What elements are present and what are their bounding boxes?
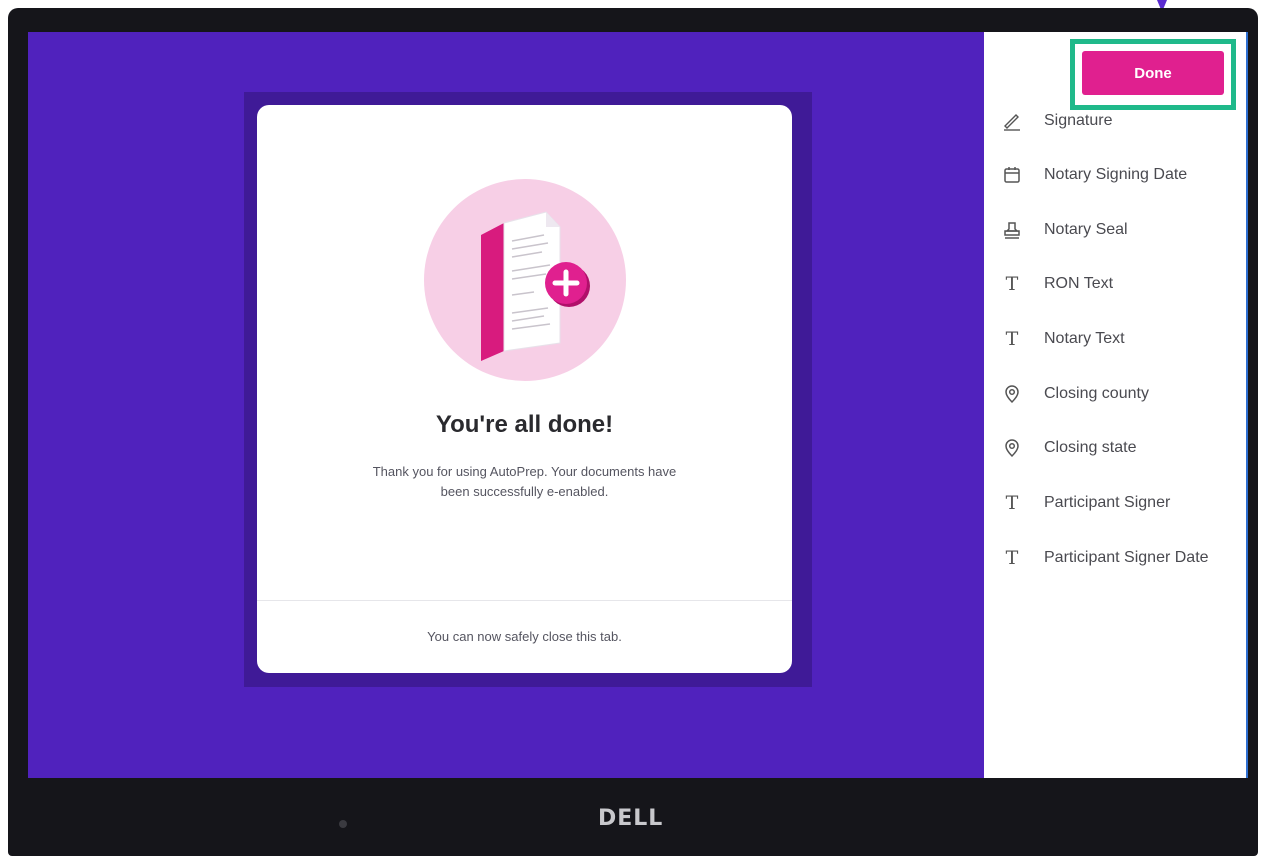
- field-item-notary-text[interactable]: T Notary Text: [984, 324, 1246, 354]
- field-label: Signature: [1044, 112, 1113, 129]
- field-item-closing-county[interactable]: Closing county: [984, 379, 1246, 409]
- field-item-ron-text[interactable]: T RON Text: [984, 269, 1246, 299]
- field-item-signature[interactable]: Signature: [984, 106, 1246, 136]
- field-label: Notary Text: [1044, 330, 1125, 347]
- field-label: RON Text: [1044, 275, 1114, 292]
- dialog-footer-text: You can now safely close this tab.: [427, 629, 622, 644]
- signature-pen-icon: [1000, 109, 1024, 133]
- calendar-icon: [1000, 163, 1024, 187]
- field-item-notary-seal[interactable]: Notary Seal: [984, 215, 1246, 245]
- document-pane: You're all done! Thank you for using Aut…: [28, 32, 984, 778]
- field-item-closing-state[interactable]: Closing state: [984, 433, 1246, 463]
- done-button[interactable]: Done: [1082, 51, 1224, 95]
- text-icon: T: [1005, 547, 1019, 569]
- location-pin-icon: [1000, 382, 1024, 406]
- field-label: Notary Signing Date: [1044, 166, 1188, 183]
- text-icon: T: [1005, 492, 1019, 514]
- location-pin-icon: [1000, 436, 1024, 460]
- stamp-icon: [1000, 218, 1024, 242]
- field-label: Closing county: [1044, 385, 1149, 402]
- field-sidebar: Done Signature Notary Signing Date Notar…: [984, 32, 1246, 778]
- monitor-frame: You're all done! Thank you for using Aut…: [8, 8, 1258, 856]
- dialog-message: Thank you for using AutoPrep. Your docum…: [372, 464, 677, 499]
- document-complete-illustration: [424, 179, 626, 381]
- done-button-highlight: Done: [1070, 39, 1236, 110]
- dialog-divider: [257, 600, 792, 601]
- field-label: Participant Signer: [1044, 494, 1171, 511]
- monitor-bezel: DELL: [8, 778, 1258, 856]
- text-icon: T: [1005, 328, 1019, 350]
- field-label: Notary Seal: [1044, 221, 1128, 238]
- camera-dot: [339, 820, 347, 828]
- screen: You're all done! Thank you for using Aut…: [28, 32, 1248, 778]
- brand-logo: DELL: [598, 806, 664, 831]
- field-item-participant-signer[interactable]: T Participant Signer: [984, 488, 1246, 518]
- sidebar-edge: [1246, 32, 1248, 778]
- dialog-title: You're all done!: [435, 411, 614, 438]
- field-item-participant-signer-date[interactable]: T Participant Signer Date: [984, 543, 1246, 573]
- field-label: Closing state: [1044, 439, 1137, 456]
- completion-dialog: You're all done! Thank you for using Aut…: [257, 105, 792, 673]
- text-icon: T: [1005, 273, 1019, 295]
- field-label: Participant Signer Date: [1044, 549, 1209, 566]
- field-item-notary-signing-date[interactable]: Notary Signing Date: [984, 160, 1246, 190]
